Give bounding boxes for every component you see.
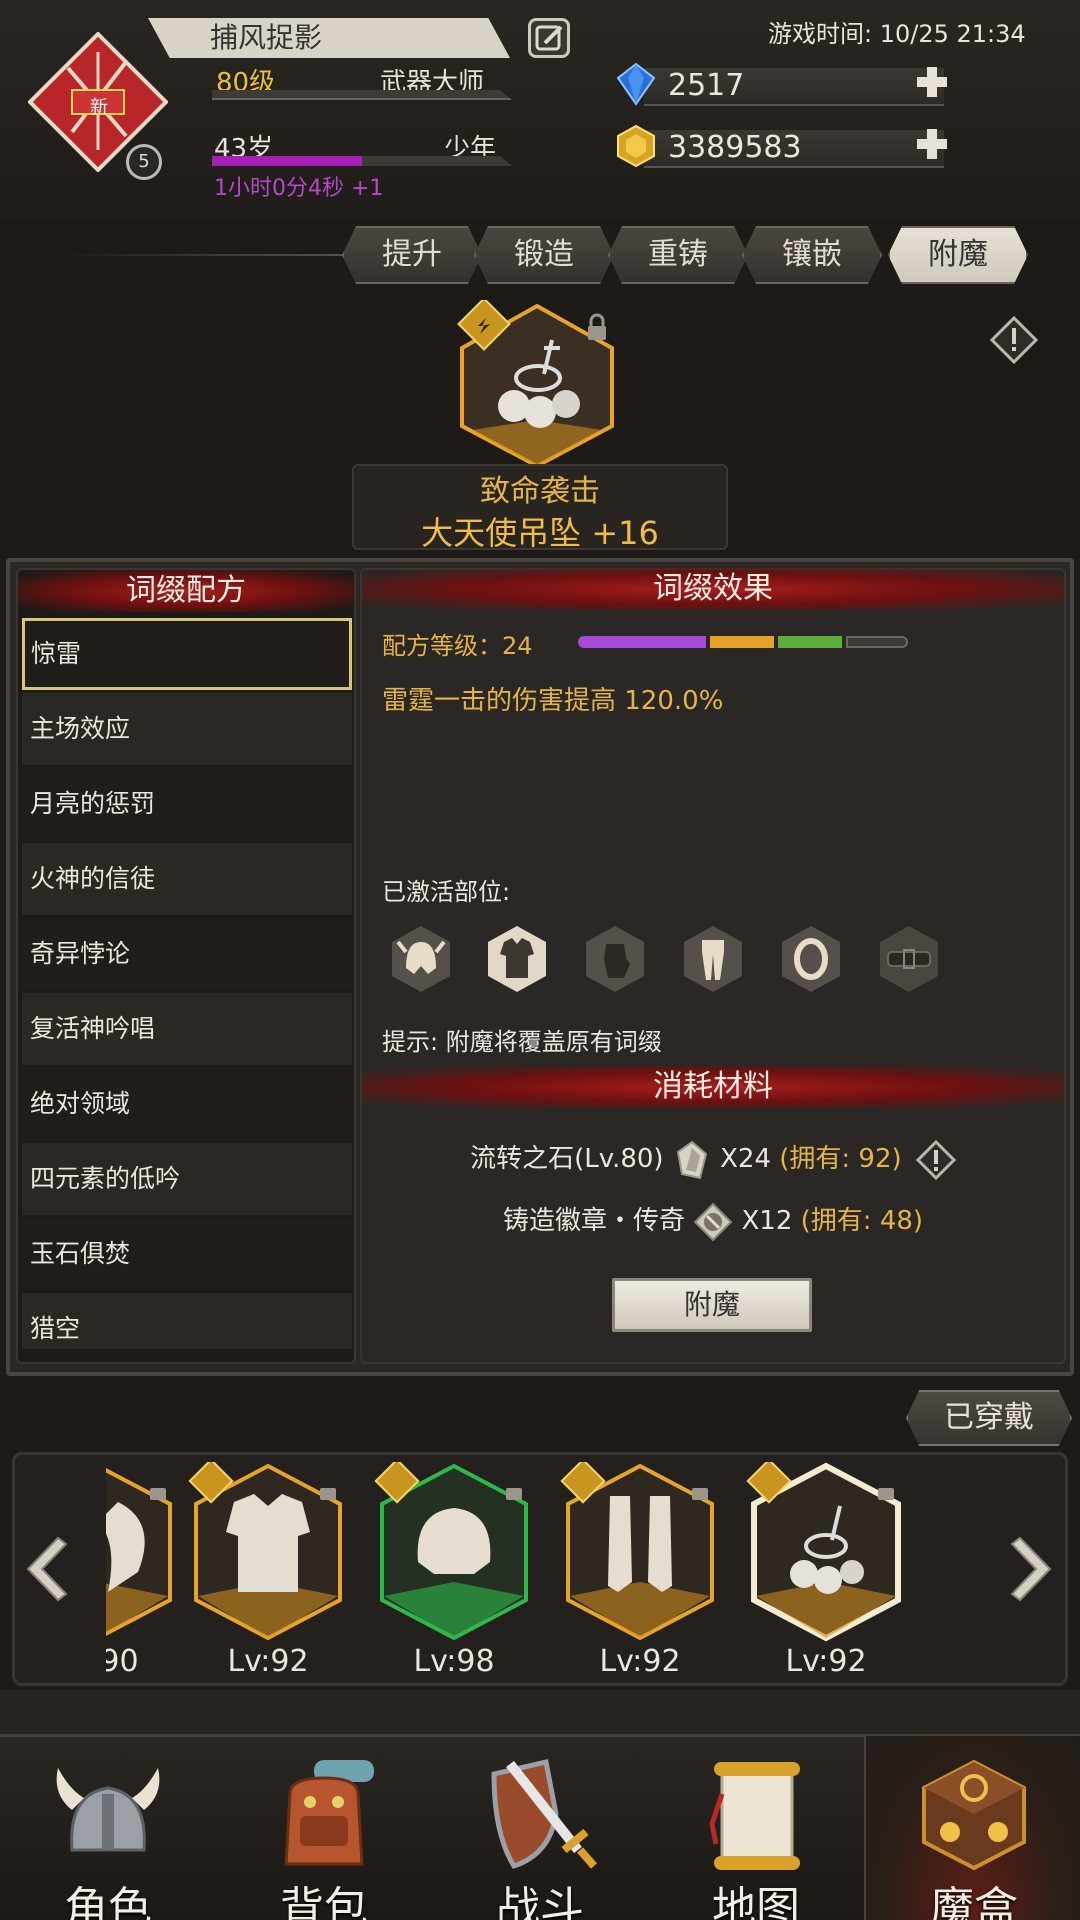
enchant-hint: 提示: 附魔将覆盖原有词缀 (382, 1028, 662, 1056)
material-row: 铸造徽章・传奇 X12 (拥有: 48) (362, 1200, 1064, 1246)
equipment-level: Lv:90 (106, 1644, 139, 1679)
equipment-slot[interactable]: Lv:90 (106, 1462, 178, 1682)
nav-backpack[interactable]: 背包 (216, 1736, 432, 1920)
tab-upgrade[interactable]: 提升 (342, 226, 482, 284)
gold-amount: 3389583 (668, 130, 802, 165)
game-time: 游戏时间: 10/25 21:34 (768, 20, 1026, 48)
tab-reforge[interactable]: 重铸 (608, 226, 748, 284)
backpack-icon (284, 1760, 374, 1866)
nav-label: 地图 (712, 1883, 800, 1920)
recipe-level: 配方等级：24 (382, 632, 533, 660)
helmet-icon (390, 924, 452, 994)
ring-icon (780, 924, 842, 994)
diamond-amount: 2517 (668, 68, 745, 103)
equipment-slot[interactable]: Lv:98 (374, 1462, 534, 1682)
nav-character[interactable]: 角色 (0, 1736, 216, 1920)
diamond-icon (616, 62, 656, 106)
add-gold-button[interactable] (914, 126, 950, 162)
character-name: 捕风捉影 (148, 18, 510, 58)
equipment-level: Lv:92 (227, 1644, 309, 1679)
badge-level: 5 (126, 144, 162, 180)
gold-gem-icon (617, 124, 655, 168)
viking-helmet-icon (56, 1768, 160, 1852)
tab-divider (60, 254, 360, 256)
recipe-item-selected[interactable]: 惊雷 (22, 618, 352, 690)
material-info-icon[interactable] (915, 1139, 956, 1180)
recipe-item[interactable]: 绝对领域 (22, 1068, 352, 1140)
nav-map[interactable]: 地图 (648, 1736, 864, 1920)
recipe-item[interactable]: 猎空 (22, 1293, 352, 1349)
recipe-list-header: 词缀配方 (18, 570, 354, 612)
chest-armor-icon (486, 924, 548, 994)
carousel-viewport: Lv:90 Lv:92 Lv:98 Lv:92 (106, 1458, 956, 1682)
leg-armor-icon (682, 924, 744, 994)
material-qty: X12 (741, 1206, 793, 1236)
nav-magic-box[interactable]: 魔盒 (864, 1736, 1080, 1920)
equipment-level: Lv:98 (413, 1644, 495, 1679)
equipment-level: Lv:92 (599, 1644, 681, 1679)
gold-currency: 3389583 (614, 124, 954, 170)
equipment-slot-selected[interactable]: Lv:92 (746, 1462, 906, 1682)
recipe-item[interactable]: 火神的信徒 (22, 843, 352, 915)
chest-armor-icon (226, 1494, 310, 1592)
nav-label: 战斗 (496, 1883, 584, 1920)
age-progress-fill (212, 156, 362, 166)
scroll-map-icon (709, 1762, 800, 1870)
pendant-icon (790, 1560, 818, 1588)
selected-item-frame[interactable] (452, 297, 622, 470)
magic-box-icon (922, 1759, 1026, 1871)
active-parts-label: 已激活部位: (382, 878, 511, 906)
exp-bar (212, 90, 512, 100)
effect-header: 词缀效果 (362, 568, 1064, 610)
carousel-next-arrow-icon[interactable] (1006, 1534, 1056, 1604)
materials-header: 消耗材料 (362, 1066, 1064, 1108)
diamond-currency: 2517 (614, 62, 954, 108)
material-owned: (拥有: 92) (779, 1144, 902, 1174)
equipped-filter-tag[interactable]: 已穿戴 (906, 1390, 1072, 1446)
nav-battle[interactable]: 战斗 (432, 1736, 648, 1920)
nav-label: 角色 (64, 1883, 152, 1920)
sword-shield-icon (491, 1758, 598, 1869)
nav-separator (0, 1690, 1080, 1734)
material-owned: (拥有: 48) (800, 1206, 924, 1236)
item-name: 大天使吊坠 +16 (421, 514, 659, 552)
recipe-item[interactable]: 奇异悖论 (22, 918, 352, 990)
enchant-button[interactable]: 附魔 (612, 1278, 812, 1332)
recipe-item[interactable]: 月亮的惩罚 (22, 768, 352, 840)
glove-icon (584, 924, 646, 994)
item-effect-name: 致命袭击 (480, 474, 600, 509)
material-qty: X24 (720, 1144, 771, 1174)
belt-icon (878, 924, 940, 994)
recipe-item[interactable]: 主场效应 (22, 693, 352, 765)
tab-enchant[interactable]: 附魔 (888, 226, 1028, 284)
recipe-item[interactable]: 玉石俱焚 (22, 1218, 352, 1290)
tab-inlay[interactable]: 镶嵌 (742, 226, 882, 284)
material-row: 流转之石(Lv.80) X24 (拥有: 92) (362, 1138, 1064, 1184)
flowing-stone-icon (676, 1140, 707, 1179)
equipment-slot[interactable]: Lv:92 (188, 1462, 348, 1682)
equipment-slot[interactable]: Lv:92 (560, 1462, 720, 1682)
nav-label: 背包 (280, 1883, 368, 1920)
equipment-level: Lv:92 (785, 1644, 867, 1679)
material-name: 流转之石(Lv.80) (470, 1144, 664, 1174)
carousel-prev-arrow-icon[interactable] (22, 1534, 72, 1604)
recipe-item[interactable]: 复活神吟唱 (22, 993, 352, 1065)
tab-forge[interactable]: 锻造 (474, 226, 614, 284)
info-icon[interactable] (989, 315, 1039, 365)
recipe-level-bar (578, 636, 908, 648)
forge-emblem-icon (693, 1202, 733, 1241)
recipe-item[interactable]: 四元素的低吟 (22, 1143, 352, 1215)
material-name: 铸造徽章・传奇 (502, 1206, 685, 1236)
nav-label: 魔盒 (930, 1883, 1018, 1920)
add-diamond-button[interactable] (914, 64, 950, 100)
effect-description: 雷霆一击的伤害提高 120.0% (382, 686, 724, 716)
pencil-icon (535, 25, 563, 51)
new-badge-text: 新 (90, 97, 108, 118)
edit-name-button[interactable] (528, 18, 570, 58)
age-timer: 1小时0分4秒 +1 (214, 176, 384, 201)
